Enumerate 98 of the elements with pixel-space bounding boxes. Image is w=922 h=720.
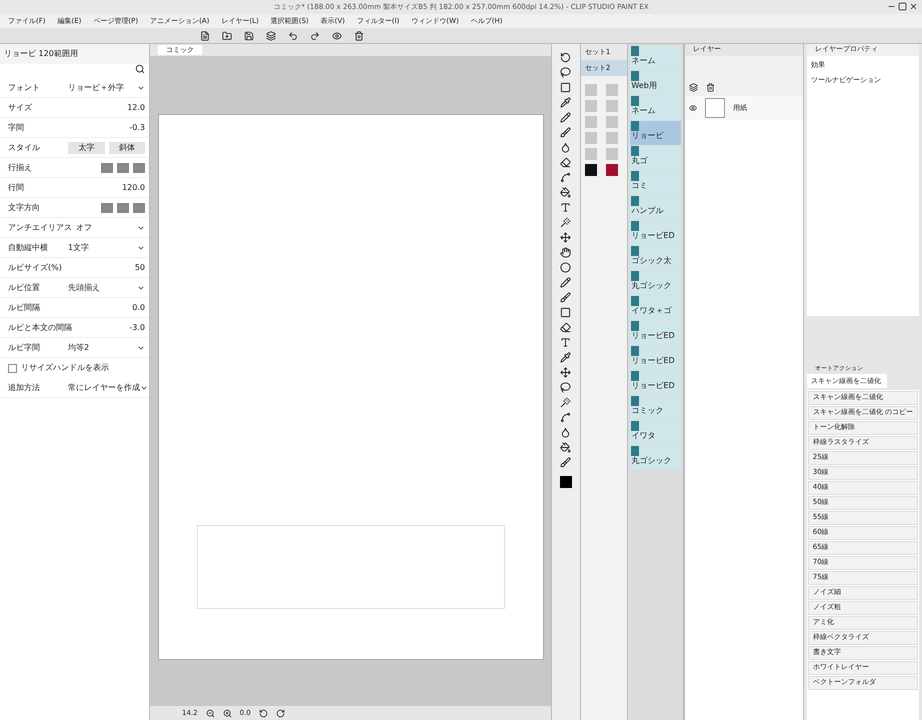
subtool-item[interactable]: コミ [630,171,681,195]
subtool-item[interactable]: リョービ [630,121,681,145]
subtool-item[interactable]: 丸ゴシック [630,271,681,295]
subtool-item[interactable]: ハンブル [630,196,681,220]
subtool-name: リョービ 120範囲用 [0,44,149,64]
property-label: 自動縦中横 [8,242,49,254]
undo-icon[interactable] [288,30,298,40]
zoom-in-icon[interactable] [222,708,232,718]
text-tool-icon[interactable] [560,337,572,348]
property-label: 字間 [8,122,25,134]
eraser-icon[interactable] [560,157,572,168]
subtool-item[interactable]: リョービED [630,346,681,370]
property-dropdown[interactable]: オフ [76,222,145,234]
property-label: 追加方法 [8,382,41,394]
property-label: ルビと本文の間隔 [8,322,72,334]
subtool-item[interactable]: リョービED [630,321,681,345]
subtool-item[interactable]: 丸ゴシック [630,446,681,470]
move-icon[interactable] [560,232,572,243]
rotate-right-icon[interactable] [276,708,285,718]
style-button[interactable]: 斜体 [108,142,145,154]
property-label: サイズ [8,102,33,114]
brush-icon[interactable] [560,127,572,138]
property-value[interactable]: 120.0 [68,182,145,194]
eye-icon[interactable] [688,104,697,112]
brush-icon[interactable] [560,457,572,468]
lasso-icon[interactable] [560,382,572,393]
property-value[interactable]: 50 [68,262,145,274]
property-dropdown[interactable]: リョービ＋外字 [68,82,145,94]
property-label: 文字方向 [8,202,41,214]
property-dropdown[interactable]: 1文字 [68,242,145,254]
rectangle-icon[interactable] [560,82,572,93]
wand-icon[interactable] [560,217,572,228]
subtool-item[interactable]: ゴシック太 [630,246,681,270]
curve-icon[interactable] [560,172,572,183]
property-label: アンチエイリアス [8,222,72,234]
property-value[interactable]: -3.0 [76,322,145,334]
curve-icon[interactable] [560,412,572,423]
checkbox[interactable] [8,364,17,372]
subtool-item[interactable]: ネーム [630,46,681,70]
property-value[interactable]: 12.0 [68,102,145,114]
subtool-item[interactable]: リョービED [630,371,681,395]
subtool-item[interactable]: Web用 [630,71,681,95]
eraser-icon[interactable] [560,322,572,333]
move-icon[interactable] [560,367,572,378]
property-label: ルビ間隔 [8,302,41,314]
frame-icon[interactable] [560,307,572,318]
document-icon[interactable] [200,30,210,40]
trash-icon[interactable] [706,83,715,92]
subtool-item[interactable]: イワタ [630,421,681,445]
pencil-icon[interactable] [560,112,572,123]
layers-icon[interactable] [266,30,276,40]
main-color-swatch[interactable] [560,476,572,488]
subtool-item[interactable]: ネーム [630,96,681,120]
color-swatch[interactable] [606,164,618,176]
pen-icon[interactable] [560,277,572,288]
rotate-icon[interactable] [560,52,572,63]
property-value[interactable]: -0.3 [68,122,145,134]
property-label: ルビ字間 [8,342,41,354]
close-icon[interactable] [909,2,918,11]
subtool-item[interactable]: コミック [630,396,681,420]
property-label: 行揃え [8,162,33,174]
wand-icon[interactable] [560,397,572,408]
lasso-icon[interactable] [560,67,572,78]
eyedropper-icon[interactable] [560,352,572,363]
property-label: フォント [8,82,41,94]
save-icon[interactable] [244,30,254,40]
droplet-icon[interactable] [560,427,572,438]
subtool-item[interactable]: 丸ゴ [630,146,681,170]
folder-icon[interactable] [222,30,232,40]
droplet-icon[interactable] [560,142,572,153]
hand-icon[interactable] [560,247,572,258]
checkbox-label: リサイズハンドルを表示 [21,362,109,374]
color-swatch[interactable] [584,164,597,176]
text-tool-icon[interactable] [560,202,572,213]
eye-icon[interactable] [332,30,342,40]
circle-icon[interactable] [560,262,572,273]
property-dropdown[interactable]: 均等2 [68,342,145,354]
property-dropdown[interactable]: 常にレイヤーを作成 [68,382,148,394]
maximize-icon[interactable] [898,2,907,11]
layers-icon[interactable] [688,83,698,92]
search-icon[interactable] [135,64,145,74]
brush-icon[interactable] [560,292,572,303]
subtool-item[interactable]: リョービED [630,221,681,245]
eyedropper-icon[interactable] [560,97,572,108]
property-label: ルビ位置 [8,282,41,294]
rotate-left-icon[interactable] [258,708,268,718]
style-button[interactable]: 太字 [68,142,104,154]
property-value[interactable]: 0.0 [68,302,145,314]
property-label: 行間 [8,182,25,194]
property-dropdown[interactable]: 先頭揃え [68,282,145,294]
subtool-item[interactable]: イワタ＋ゴ [630,296,681,320]
paint-bucket-icon[interactable] [560,442,572,453]
redo-icon[interactable] [310,30,320,40]
paint-bucket-icon[interactable] [560,187,572,198]
property-label: ルビサイズ(%) [8,262,63,274]
zoom-out-icon[interactable] [206,708,215,718]
trash-icon[interactable] [354,30,364,40]
property-label: スタイル [8,142,41,154]
